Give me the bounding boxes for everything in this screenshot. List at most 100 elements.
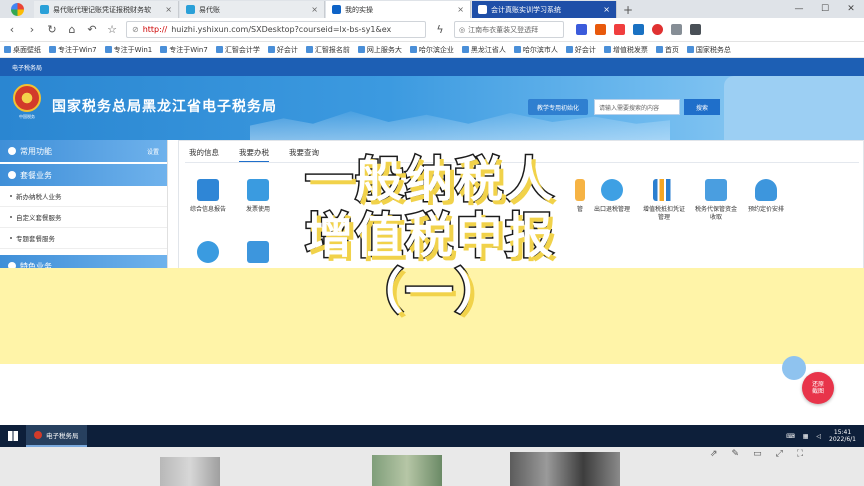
- tile-pricing[interactable]: 预约定价安排: [745, 179, 787, 214]
- tab-close-icon[interactable]: ×: [457, 5, 464, 14]
- browser-tab-1[interactable]: 易代账代理记账凭证报税财务软 ×: [34, 1, 179, 18]
- tab-favicon-icon: [186, 5, 195, 14]
- undo-close-icon[interactable]: [671, 24, 682, 35]
- bookmark-icon: [357, 46, 365, 53]
- bookmark-icon: [461, 46, 469, 53]
- bottom-toolbar: ⇗ ✎ ▭ ⤢ ⛶: [710, 449, 803, 459]
- site-header: 中国税务 国家税务总局黑龙江省电子税务局 教学专用初始化 请输入需要搜索的内容 …: [0, 76, 864, 140]
- bookmark-icon: [160, 46, 168, 53]
- browser-tab-4[interactable]: 会计真账实训学习系统 ×: [472, 1, 617, 18]
- clock[interactable]: 15:41 2022/6/1: [829, 429, 856, 443]
- extension-icon[interactable]: [576, 24, 587, 35]
- game-icon[interactable]: [595, 24, 606, 35]
- window-controls: — ☐ ✕: [786, 0, 864, 18]
- url-text: huizhi.yshixun.com/SXDesktop?courseid=lx…: [171, 25, 392, 34]
- browser-search-text: 江南布衣董装又登透拜: [468, 25, 539, 34]
- edit-icon[interactable]: ✎: [732, 449, 740, 459]
- list-icon: [8, 147, 16, 155]
- sidebar-item-topic-package[interactable]: 专题套餐服务: [0, 228, 167, 249]
- bookmark-icon: [603, 46, 611, 53]
- init-button[interactable]: 教学专用初始化: [528, 99, 588, 115]
- site-title: 国家税务总局黑龙江省电子税务局: [52, 99, 277, 115]
- bookmark-item[interactable]: 首页: [655, 45, 679, 55]
- site-search-input[interactable]: 请输入需要搜索的内容: [594, 99, 680, 115]
- blurred-thumbnail: [160, 457, 220, 486]
- tile-tax-fund[interactable]: 税务代保管资金收取: [695, 179, 737, 222]
- gift-icon[interactable]: [614, 24, 625, 35]
- site-search-button[interactable]: 搜索: [684, 99, 720, 115]
- bookmark-item[interactable]: 专注于Win7: [49, 45, 97, 55]
- extensions: [576, 24, 701, 35]
- bookmark-icon: [215, 46, 223, 53]
- keyboard-icon[interactable]: ⌨: [786, 433, 795, 440]
- bookmark-icon: [565, 46, 573, 53]
- bookmark-icon: [655, 46, 663, 53]
- screen: 易代账代理记账凭证报税财务软 × 易代账 × 我的实操 × 会计真账实训学习系统…: [0, 0, 864, 486]
- lightning-icon[interactable]: ϟ: [434, 23, 446, 36]
- bookmark-item[interactable]: 好会计: [565, 45, 596, 55]
- handshake-icon: [755, 179, 777, 201]
- refresh-icon[interactable]: ↻: [46, 23, 58, 36]
- browser-tab-bar: 易代账代理记账凭证报税财务软 × 易代账 × 我的实操 × 会计真账实训学习系统…: [0, 0, 864, 18]
- tab-title: 易代账: [199, 5, 220, 14]
- bookmark-item[interactable]: 国家税务总: [686, 45, 731, 55]
- browser-tab-2[interactable]: 易代账 ×: [180, 1, 325, 18]
- restore-screenshot-button[interactable]: 还原 截图: [802, 372, 834, 404]
- close-window-icon[interactable]: ✕: [838, 0, 864, 18]
- browser-tab-3[interactable]: 我的实操 ×: [326, 1, 471, 18]
- undo-icon[interactable]: ↶: [86, 23, 98, 36]
- sidebar-section-common[interactable]: 常用功能 设置: [0, 140, 167, 162]
- bookmark-item[interactable]: 桌面壁纸: [4, 45, 41, 55]
- url-input[interactable]: ⊘ http://huizhi.yshixun.com/SXDesktop?co…: [126, 21, 426, 38]
- bookmark-item[interactable]: 汇智报名前: [305, 45, 350, 55]
- new-tab-button[interactable]: +: [618, 1, 638, 18]
- back-icon[interactable]: ‹: [6, 23, 18, 36]
- security-icon: ⊘: [132, 25, 139, 34]
- minimize-icon[interactable]: —: [786, 0, 812, 18]
- bookmark-item[interactable]: 汇智会计学: [215, 45, 260, 55]
- puzzle-icon[interactable]: [633, 24, 644, 35]
- sidebar-item-custom-package[interactable]: 自定义套餐服务: [0, 207, 167, 228]
- tab-favicon-icon: [332, 5, 341, 14]
- maximize-icon[interactable]: ☐: [812, 0, 838, 18]
- user-panel: [724, 76, 864, 140]
- bookmark-item[interactable]: 哈尔滨企业: [409, 45, 454, 55]
- bookmark-icon: [267, 46, 275, 53]
- bookmark-item[interactable]: 哈尔滨市人: [513, 45, 558, 55]
- settings-link[interactable]: 设置: [147, 147, 159, 156]
- tab-close-icon[interactable]: ×: [165, 5, 172, 14]
- network-icon[interactable]: ▦: [803, 433, 809, 440]
- blurred-thumbnail: [372, 455, 442, 486]
- taskbar: 电子税务局 ⌨ ▦ ◁ 15:41 2022/6/1: [0, 425, 864, 447]
- bookmark-item[interactable]: 增值税发票: [603, 45, 648, 55]
- safe-icon: [705, 179, 727, 201]
- expand-icon[interactable]: ⤢: [776, 449, 783, 459]
- windows-start-icon[interactable]: [0, 425, 26, 447]
- bookmark-item[interactable]: 网上服务大: [357, 45, 402, 55]
- forward-icon[interactable]: ›: [26, 23, 38, 36]
- chat-float-icon[interactable]: [782, 356, 806, 380]
- browser-search-input[interactable]: ◎ 江南布衣董装又登透拜: [454, 21, 564, 38]
- taskbar-app[interactable]: 电子税务局: [26, 425, 87, 447]
- bookmark-icon: [104, 46, 112, 53]
- bookmark-item[interactable]: 专注于Win7: [160, 45, 208, 55]
- tab-close-icon[interactable]: ×: [311, 5, 318, 14]
- menu-icon[interactable]: [690, 24, 701, 35]
- bookmark-icon: [49, 46, 56, 53]
- home-icon[interactable]: ⌂: [66, 23, 78, 36]
- share-icon[interactable]: ⇗: [710, 449, 718, 459]
- bookmark-item[interactable]: 专注于Win1: [104, 45, 152, 55]
- bookmark-item[interactable]: 好会计: [267, 45, 298, 55]
- sidebar-section-package[interactable]: 套餐业务: [0, 164, 167, 186]
- star-icon[interactable]: ☆: [106, 23, 118, 36]
- tab-close-icon[interactable]: ×: [603, 5, 610, 14]
- package-icon: [8, 171, 16, 179]
- fullscreen-icon[interactable]: ⛶: [797, 449, 803, 459]
- sidebar-item-new-taxpayer[interactable]: 新办纳税人业务: [0, 186, 167, 207]
- blurred-thumbnail: [510, 452, 620, 486]
- tab-title: 会计真账实训学习系统: [491, 5, 561, 14]
- volume-icon[interactable]: ◁: [816, 433, 821, 440]
- scissors-icon[interactable]: [652, 24, 663, 35]
- comment-icon[interactable]: ▭: [753, 449, 762, 459]
- bookmark-item[interactable]: 黑龙江省人: [461, 45, 506, 55]
